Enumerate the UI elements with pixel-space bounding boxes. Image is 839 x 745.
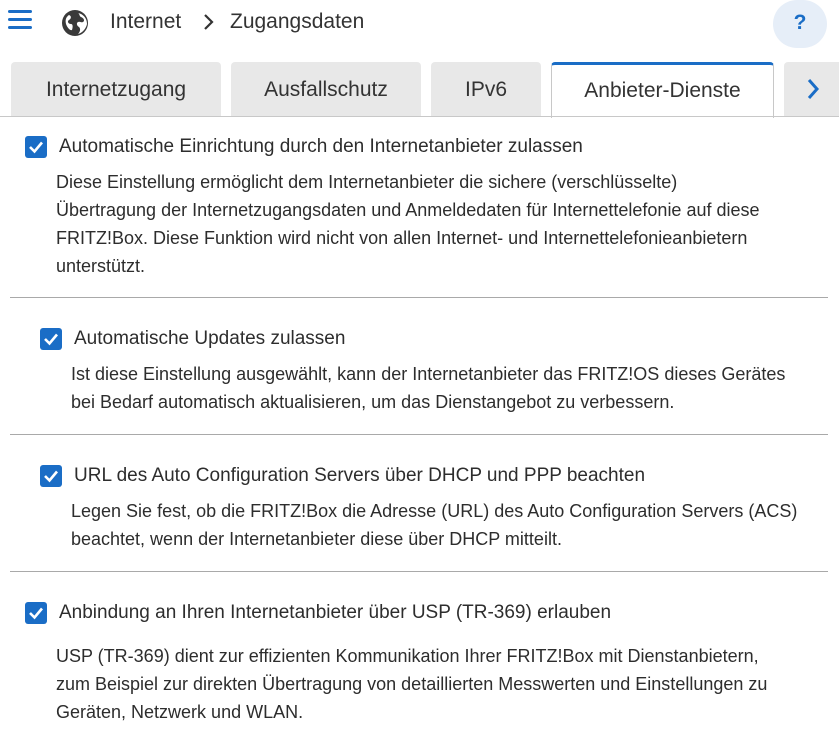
description-line: Geräten, Netzwerk und WLAN. [56,702,304,722]
checkmark-icon [29,141,43,154]
usp-checkbox[interactable] [25,602,47,624]
breadcrumb-internet[interactable]: Internet [110,10,181,34]
tab-underline [0,116,839,117]
hamburger-menu-icon[interactable] [8,10,32,32]
description-line: Übertragung der Internetzugangsdaten und… [56,200,760,220]
description-line: zum Beispiel zur direkten Übertragung vo… [56,674,768,694]
globe-icon [62,10,88,36]
auto-setup-description: Diese Einstellung ermöglicht dem Interne… [56,168,760,280]
tab-internetzugang[interactable]: Internetzugang [11,62,221,116]
section-divider [10,297,828,298]
description-line: bei Bedarf automatisch aktualisieren, um… [71,392,675,412]
auto-updates-description: Ist diese Einstellung ausgewählt, kann d… [71,360,785,416]
description-line: Diese Einstellung ermöglicht dem Interne… [56,172,678,192]
tab-ipv6[interactable]: IPv6 [431,62,541,116]
auto-setup-checkbox[interactable] [25,136,47,158]
auto-updates-label[interactable]: Automatische Updates zulassen [74,328,345,350]
chevron-right-icon [807,79,820,99]
description-line: Legen Sie fest, ob die FRITZ!Box die Adr… [71,501,798,521]
usp-label[interactable]: Anbindung an Ihren Internetanbieter über… [59,602,611,624]
acs-url-checkbox[interactable] [40,465,62,487]
option-acs-url: URL des Auto Configuration Servers über … [40,465,645,487]
breadcrumb-zugangsdaten: Zugangsdaten [230,10,365,33]
checkmark-icon [29,607,43,620]
tab-anbieter-dienste[interactable]: Anbieter-Dienste [551,62,774,118]
header-bar: Internet Zugangsdaten ? [0,0,839,50]
section-divider [10,434,828,435]
acs-url-label[interactable]: URL des Auto Configuration Servers über … [74,465,645,487]
description-line: USP (TR-369) dient zur effizienten Kommu… [56,646,759,666]
usp-description: USP (TR-369) dient zur effizienten Kommu… [56,642,767,726]
checkmark-icon [44,333,58,346]
chevron-right-icon [204,14,214,30]
auto-updates-checkbox[interactable] [40,328,62,350]
help-button[interactable]: ? [773,0,827,48]
section-divider [10,571,828,572]
acs-url-description: Legen Sie fest, ob die FRITZ!Box die Adr… [71,497,797,553]
auto-setup-label[interactable]: Automatische Einrichtung durch den Inter… [59,136,583,158]
tab-bar: Internetzugang Ausfallschutz IPv6 Anbiet… [0,62,839,118]
option-auto-setup: Automatische Einrichtung durch den Inter… [25,136,583,158]
checkmark-icon [44,470,58,483]
option-usp: Anbindung an Ihren Internetanbieter über… [25,602,611,624]
option-auto-updates: Automatische Updates zulassen [40,328,345,350]
description-line: Ist diese Einstellung ausgewählt, kann d… [71,364,786,384]
tab-scroll-next-button[interactable] [784,62,839,116]
tab-ausfallschutz[interactable]: Ausfallschutz [231,62,421,116]
description-line: FRITZ!Box. Diese Funktion wird nicht von… [56,228,748,248]
description-line: unterstützt. [56,256,146,276]
description-line: beachtet, wenn der Internetanbieter dies… [71,529,562,549]
